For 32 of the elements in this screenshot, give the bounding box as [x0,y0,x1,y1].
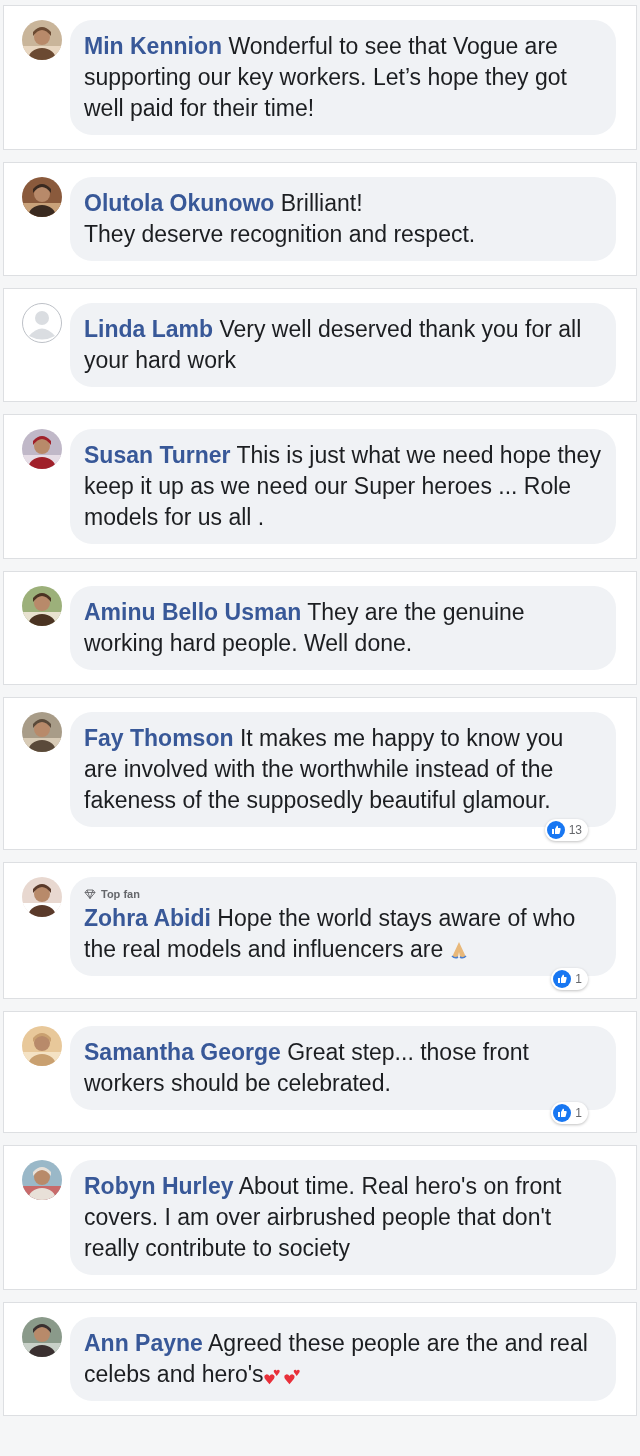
comment-text: Linda Lamb Very well deserved thank you for all your hard work [84,315,583,375]
author-link[interactable]: Fay Thomson [84,725,234,751]
comment-text: Samantha George Great step... those front workers should be celebrated. [84,1038,530,1098]
author-link[interactable]: Samantha George [84,1039,281,1065]
diamond-icon [84,889,96,899]
badge-label: Top fan [101,888,140,900]
praying-hands-icon [449,940,470,960]
author-link[interactable]: Olutola Okunowo [84,190,275,216]
author-link[interactable]: Linda Lamb [84,316,214,342]
comment-text: Zohra Abidi Hope the world stays aware of who the real models and influencers are [84,904,577,964]
thumbs-up-icon [553,1104,572,1122]
author-link[interactable]: Min Kennion [84,33,222,59]
thumbs-up-icon [546,821,565,839]
author-link[interactable]: Zohra Abidi [84,905,211,931]
comment-text: Min Kennion Wonderful to see that Vogue are supporting our key workers. Let’s hope they got well paid for their time! [84,32,568,123]
author-link[interactable]: Ann Payne [84,1330,203,1356]
comment-text: Robyn Hurley About time. Real hero's on front covers. I am over airbrushed people that don't really contribute to society [84,1172,563,1263]
comment-text: Fay Thomson It makes me happy to know you are involved with the worthwhile instead of the fakeness of the supposedly beautiful glamour. [84,724,565,815]
comment-text: Olutola Okunowo Brilliant! They deserve recognition and respect. [84,189,477,249]
reaction-count[interactable]: 1 [551,1102,588,1124]
like-count: 13 [568,823,582,837]
author-link[interactable]: Aminu Bello Usman [84,599,302,625]
reaction-count[interactable]: 13 [544,819,588,841]
comment-text: Ann Payne Agreed these people are the and real celebs and hero's [84,1329,589,1389]
author-link[interactable]: Robyn Hurley [84,1173,234,1199]
thumbs-up-icon [553,970,572,988]
like-count: 1 [575,972,582,986]
comment-text: Susan Turner This is just what we need hope they keep it up as we need our Super heroes ... Role models for us all . [84,441,602,532]
author-link[interactable]: Susan Turner [84,442,231,468]
reaction-count[interactable]: 1 [551,968,588,990]
comment-text: Aminu Bello Usman They are the genuine working hard people. Well done. [84,598,526,658]
like-count: 1 [575,1106,582,1120]
